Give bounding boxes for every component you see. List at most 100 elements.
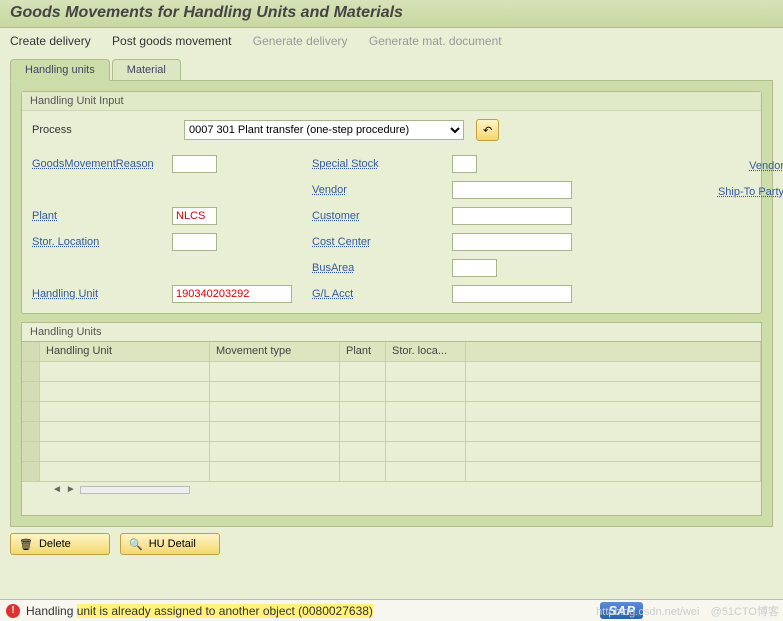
goods-movement-reason-label[interactable]: GoodsMovementReason — [32, 158, 172, 170]
stor-location-label[interactable]: Stor. Location — [32, 236, 172, 248]
mid-column: Special Stock Vendor Customer Cost Cente… — [312, 153, 572, 305]
col-plant[interactable]: Plant — [340, 342, 386, 362]
undo-button[interactable]: ↶ — [476, 119, 499, 141]
col-handling-unit[interactable]: Handling Unit — [40, 342, 210, 362]
handling-units-grid: Handling Unit Movement type Plant Stor. … — [22, 341, 761, 482]
table-row[interactable] — [22, 402, 761, 422]
col-stor-loc[interactable]: Stor. loca... — [386, 342, 466, 362]
table-row[interactable] — [22, 422, 761, 442]
status-message: Handling unit is already assigned to ano… — [26, 604, 373, 618]
select-all-cell[interactable] — [22, 342, 40, 362]
vendor-input[interactable] — [452, 181, 572, 199]
handling-unit-input[interactable] — [172, 285, 292, 303]
cell-movement-type[interactable] — [210, 422, 340, 442]
error-icon: ! — [6, 604, 20, 618]
cost-center-input[interactable] — [452, 233, 572, 251]
table-row[interactable] — [22, 362, 761, 382]
col-movement-type[interactable]: Movement type — [210, 342, 340, 362]
undo-icon: ↶ — [483, 124, 492, 137]
cell-rest — [466, 362, 761, 382]
special-stock-label[interactable]: Special Stock — [312, 158, 452, 170]
menu-create-delivery[interactable]: Create delivery — [10, 34, 91, 48]
process-select[interactable]: 0007 301 Plant transfer (one-step proced… — [184, 120, 464, 140]
cell-plant[interactable] — [340, 402, 386, 422]
cell-rest — [466, 402, 761, 422]
status-bar: ! Handling unit is already assigned to a… — [0, 599, 783, 621]
cell-stor-loc[interactable] — [386, 362, 466, 382]
cell-plant[interactable] — [340, 362, 386, 382]
gl-acct-input[interactable] — [452, 285, 572, 303]
right-column: Vendor Ship-To Party — [592, 153, 783, 305]
tab-strip: Handling units Material — [10, 58, 773, 81]
cell-stor-loc[interactable] — [386, 402, 466, 422]
cell-movement-type[interactable] — [210, 382, 340, 402]
table-row[interactable] — [22, 442, 761, 462]
vendor-label[interactable]: Vendor — [312, 184, 452, 196]
ship-to-party-label[interactable]: Ship-To Party — [718, 186, 783, 198]
handling-units-table-panel: Handling Units Handling Unit Movement ty… — [21, 322, 762, 516]
cell-movement-type[interactable] — [210, 462, 340, 482]
menu-generate-delivery: Generate delivery — [253, 34, 348, 48]
bus-area-label[interactable]: BusArea — [312, 262, 452, 274]
detail-icon: 🔍 — [129, 538, 143, 551]
stor-location-input[interactable] — [172, 233, 217, 251]
goods-movement-reason-input[interactable] — [172, 155, 217, 173]
panel-title: Handling Unit Input — [22, 92, 761, 111]
cell-stor-loc[interactable] — [386, 382, 466, 402]
horizontal-scroll[interactable]: ◄ ► — [22, 482, 761, 497]
customer-input[interactable] — [452, 207, 572, 225]
status-highlight: unit is already assigned to another obje… — [77, 604, 373, 618]
plant-input[interactable] — [172, 207, 217, 225]
table-row[interactable] — [22, 382, 761, 402]
row-selector[interactable] — [22, 442, 40, 462]
cell-handling-unit[interactable] — [40, 402, 210, 422]
cell-stor-loc[interactable] — [386, 442, 466, 462]
menu-post-goods[interactable]: Post goods movement — [112, 34, 231, 48]
menu-generate-mat-doc: Generate mat. document — [369, 34, 502, 48]
cell-plant[interactable] — [340, 442, 386, 462]
plant-label[interactable]: Plant — [32, 210, 172, 222]
tab-material[interactable]: Material — [112, 59, 181, 80]
page-title: Goods Movements for Handling Units and M… — [10, 4, 403, 21]
menu-bar: Create delivery Post goods movement Gene… — [0, 28, 783, 58]
cell-stor-loc[interactable] — [386, 422, 466, 442]
gl-acct-label[interactable]: G/L Acct — [312, 288, 452, 300]
delete-label: Delete — [39, 538, 71, 550]
cell-handling-unit[interactable] — [40, 362, 210, 382]
hu-detail-button[interactable]: 🔍 HU Detail — [120, 533, 220, 555]
cell-movement-type[interactable] — [210, 362, 340, 382]
bus-area-input[interactable] — [452, 259, 497, 277]
cell-movement-type[interactable] — [210, 402, 340, 422]
tab-handling-units[interactable]: Handling units — [10, 59, 110, 81]
cell-handling-unit[interactable] — [40, 462, 210, 482]
row-selector[interactable] — [22, 382, 40, 402]
row-selector[interactable] — [22, 422, 40, 442]
cell-plant[interactable] — [340, 382, 386, 402]
handling-unit-label[interactable]: Handling Unit — [32, 288, 172, 300]
scroll-left-icon[interactable]: ◄ — [52, 484, 62, 495]
cost-center-label[interactable]: Cost Center — [312, 236, 452, 248]
tab-body: Handling Unit Input Process 0007 301 Pla… — [10, 81, 773, 527]
table-row[interactable] — [22, 462, 761, 482]
watermark-right: @51CTO博客 — [711, 606, 779, 618]
row-selector[interactable] — [22, 402, 40, 422]
title-bar: Goods Movements for Handling Units and M… — [0, 0, 783, 28]
special-stock-input[interactable] — [452, 155, 477, 173]
scroll-right-icon[interactable]: ► — [66, 484, 76, 495]
watermark-left: httpblog.csdn.net/wei — [596, 606, 699, 618]
delete-button[interactable]: 🗑 Delete — [10, 533, 110, 555]
customer-label[interactable]: Customer — [312, 210, 452, 222]
row-selector[interactable] — [22, 462, 40, 482]
cell-plant[interactable] — [340, 422, 386, 442]
right-vendor-label[interactable]: Vendor — [749, 160, 783, 172]
cell-plant[interactable] — [340, 462, 386, 482]
cell-handling-unit[interactable] — [40, 422, 210, 442]
cell-handling-unit[interactable] — [40, 382, 210, 402]
cell-handling-unit[interactable] — [40, 442, 210, 462]
col-rest — [466, 342, 761, 362]
cell-movement-type[interactable] — [210, 442, 340, 462]
scrollbar-track[interactable] — [80, 486, 190, 494]
hu-detail-label: HU Detail — [149, 538, 196, 550]
cell-stor-loc[interactable] — [386, 462, 466, 482]
row-selector[interactable] — [22, 362, 40, 382]
